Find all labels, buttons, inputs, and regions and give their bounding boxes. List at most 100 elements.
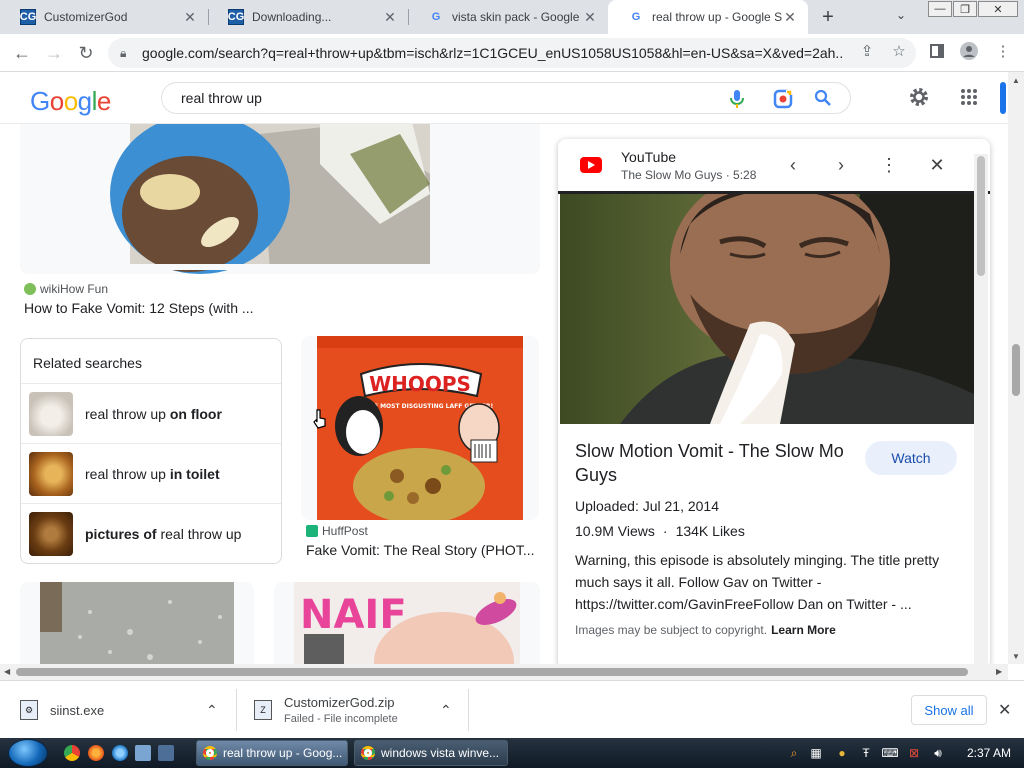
result-image-huffpost[interactable]: WHOOPS THE MOST DISGUSTING LAFF GETTER! bbox=[301, 336, 539, 520]
close-icon[interactable]: ✕ bbox=[998, 700, 1011, 720]
more-menu-icon[interactable]: ⋮ bbox=[994, 42, 1012, 60]
whoops-box-text: WHOOPS bbox=[369, 372, 471, 396]
result-image-wikihow[interactable] bbox=[20, 124, 540, 274]
start-button[interactable] bbox=[8, 739, 48, 767]
related-thumb bbox=[29, 512, 73, 556]
keyboard-tray-icon[interactable]: ⌨ bbox=[881, 745, 898, 761]
font-tray-icon[interactable]: Ŧ bbox=[858, 745, 874, 761]
network-tray-icon[interactable]: ▦ bbox=[808, 745, 824, 761]
tab-title: real throw up - Google Se bbox=[652, 10, 782, 24]
result-image-floor[interactable] bbox=[20, 582, 254, 664]
search-input[interactable]: real throw up bbox=[181, 90, 850, 106]
horizontal-scrollbar-thumb[interactable] bbox=[16, 668, 968, 676]
close-icon[interactable]: ✕ bbox=[182, 9, 198, 25]
learn-more-link[interactable]: Learn More bbox=[771, 623, 836, 637]
close-icon[interactable]: ✕ bbox=[382, 9, 398, 25]
close-icon[interactable]: ✕ bbox=[582, 9, 598, 25]
google-apps-grid-icon[interactable] bbox=[960, 88, 978, 111]
result-source[interactable]: HuffPost bbox=[306, 524, 368, 538]
restore-window-button[interactable]: ❐ bbox=[953, 1, 977, 17]
scroll-up-arrow-icon[interactable]: ▲ bbox=[1012, 76, 1020, 85]
tab-downloading[interactable]: CG Downloading... ✕ bbox=[208, 0, 408, 34]
search-icon[interactable] bbox=[814, 89, 832, 112]
close-icon[interactable]: ✕ bbox=[924, 152, 950, 178]
result-caption[interactable]: How to Fake Vomit: 12 Steps (with ... bbox=[24, 300, 254, 316]
tab-real-throw-up[interactable]: G real throw up - Google Se ✕ bbox=[608, 0, 808, 34]
youtube-logo-icon bbox=[580, 157, 602, 173]
download-divider bbox=[468, 689, 469, 731]
bookmark-star-icon[interactable]: ☆ bbox=[890, 42, 908, 60]
related-item-label: pictures of real throw up bbox=[85, 526, 242, 542]
network-error-tray-icon[interactable]: ⊠ bbox=[906, 745, 922, 761]
taskbar-item-chrome[interactable]: windows vista winve... bbox=[354, 740, 508, 766]
copyright-text: Images may be subject to copyright. bbox=[575, 623, 768, 637]
url-text[interactable]: google.com/search?q=real+throw+up&tbm=is… bbox=[142, 45, 842, 61]
result-image-naif[interactable]: NAIF bbox=[274, 582, 540, 664]
page-horizontal-scrollbar[interactable]: ◀ ▶ bbox=[0, 664, 1008, 680]
tab-title: Downloading... bbox=[252, 10, 332, 24]
related-item-pictures-of[interactable]: pictures of real throw up bbox=[21, 504, 281, 564]
forward-arrow-icon[interactable]: → bbox=[42, 42, 66, 64]
back-arrow-icon[interactable]: ← bbox=[10, 42, 34, 64]
scroll-left-arrow-icon[interactable]: ◀ bbox=[4, 667, 10, 676]
lock-icon: 🔒︎ bbox=[120, 45, 127, 60]
google-logo[interactable]: Google bbox=[30, 86, 111, 117]
more-options-icon[interactable]: ⋮ bbox=[876, 152, 902, 178]
preview-title[interactable]: Slow Motion Vomit - The Slow Mo Guys bbox=[575, 439, 865, 487]
tab-search-chevron-icon[interactable]: ⌄ bbox=[896, 8, 906, 22]
panel-scrollbar[interactable] bbox=[974, 154, 988, 664]
chrome-icon[interactable] bbox=[64, 745, 80, 761]
reload-icon[interactable]: ↻ bbox=[74, 42, 98, 64]
microphone-icon[interactable] bbox=[728, 89, 746, 114]
minimize-window-button[interactable]: — bbox=[928, 1, 952, 17]
preview-channel-duration: The Slow Mo Guys · 5:28 bbox=[621, 168, 757, 182]
previous-chevron-icon[interactable]: ‹ bbox=[780, 152, 806, 178]
volume-tray-icon[interactable]: 🔊︎ bbox=[930, 745, 946, 761]
related-item-in-toilet[interactable]: real throw up in toilet bbox=[21, 444, 281, 504]
share-icon[interactable]: ⇪ bbox=[858, 42, 876, 60]
scroll-right-arrow-icon[interactable]: ▶ bbox=[996, 667, 1002, 676]
lens-camera-icon[interactable] bbox=[773, 89, 793, 114]
tab-customizergod[interactable]: CG CustomizerGod ✕ bbox=[0, 0, 208, 34]
download-status: Failed - File incomplete bbox=[284, 713, 398, 725]
switch-windows-icon[interactable] bbox=[158, 745, 174, 761]
related-item-label: real throw up in toilet bbox=[85, 465, 220, 482]
preview-description: Warning, this episode is absolutely ming… bbox=[575, 552, 940, 612]
result-caption[interactable]: Fake Vomit: The Real Story (PHOT... bbox=[306, 542, 534, 558]
tab-vista-skin-pack[interactable]: G vista skin pack - Google Se ✕ bbox=[408, 0, 608, 34]
related-item-on-floor[interactable]: real throw up on floor bbox=[21, 384, 281, 444]
new-tab-button[interactable]: + bbox=[816, 5, 840, 29]
taskbar-clock[interactable]: 2:37 AM bbox=[967, 746, 1011, 760]
scroll-down-arrow-icon[interactable]: ▼ bbox=[1012, 652, 1020, 661]
close-icon[interactable]: ✕ bbox=[782, 9, 798, 25]
settings-gear-icon[interactable] bbox=[908, 86, 930, 113]
result-source[interactable]: wikiHow Fun bbox=[24, 282, 108, 296]
chevron-up-icon[interactable]: ⌃ bbox=[440, 702, 452, 719]
firefox-icon[interactable] bbox=[88, 745, 104, 761]
panel-scrollbar-thumb[interactable] bbox=[977, 156, 985, 276]
preview-site-name[interactable]: YouTube bbox=[621, 149, 676, 165]
huffpost-icon bbox=[306, 525, 318, 537]
watch-button[interactable]: Watch bbox=[865, 441, 957, 475]
bitcoin-tray-icon[interactable]: ● bbox=[834, 745, 850, 761]
download-item-customizergod[interactable]: Z CustomizerGod.zip Failed - File incomp… bbox=[254, 681, 464, 739]
preview-video-image[interactable] bbox=[560, 169, 974, 424]
taskbar-item-chrome-active[interactable]: real throw up - Goog... bbox=[196, 740, 348, 766]
page-scrollbar-thumb[interactable] bbox=[1012, 344, 1020, 396]
chevron-up-icon[interactable]: ⌃ bbox=[206, 702, 218, 719]
show-desktop-icon[interactable] bbox=[135, 745, 151, 761]
side-panel-icon[interactable] bbox=[928, 42, 946, 60]
internet-explorer-icon[interactable] bbox=[112, 745, 128, 761]
next-chevron-icon[interactable]: › bbox=[828, 152, 854, 178]
search-box[interactable]: real throw up bbox=[161, 82, 851, 114]
download-divider bbox=[236, 689, 237, 731]
page-vertical-scrollbar[interactable]: ▲ ▼ bbox=[1008, 72, 1024, 664]
address-bar[interactable]: 🔒︎ google.com/search?q=real+throw+up&tbm… bbox=[108, 38, 916, 68]
profile-avatar-icon[interactable] bbox=[960, 42, 978, 60]
show-all-button[interactable]: Show all bbox=[911, 695, 987, 725]
close-window-button[interactable]: ✕ bbox=[978, 1, 1018, 17]
taskbar-item-label: windows vista winve... bbox=[381, 746, 500, 760]
search-tray-icon[interactable]: ⌕ bbox=[786, 745, 802, 761]
source-name: wikiHow Fun bbox=[40, 282, 109, 296]
download-item-siinst[interactable]: ⚙ siinst.exe ⌃ bbox=[20, 681, 230, 739]
